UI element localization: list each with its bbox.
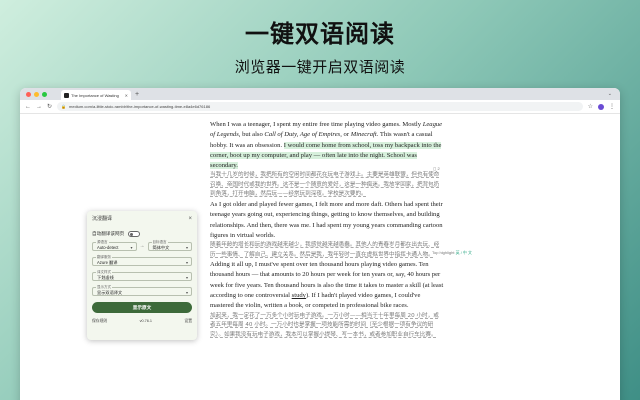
translation-style-select[interactable]: 译文样式 下划虚线 ▾: [92, 270, 192, 281]
chevron-down-icon: ▾: [185, 274, 188, 280]
study-link[interactable]: study: [292, 292, 306, 299]
chevron-down-icon: ▾: [185, 244, 188, 250]
tab-close-icon[interactable]: ✕: [125, 93, 128, 98]
tab-bar: The Importance of Wasting ✕ + ⌄: [20, 88, 620, 100]
translation-service-select[interactable]: 翻译服务 Azure 翻译 ▾: [92, 255, 192, 266]
url-text: medium.com/a-little-stoic-ramblr/the-imp…: [69, 104, 211, 109]
auto-translate-row: 自动翻译该网页: [92, 231, 192, 237]
maximize-window-button[interactable]: [42, 91, 47, 97]
save-rule-link[interactable]: 保存规则: [92, 319, 107, 324]
bookmark-star-icon[interactable]: ☆: [588, 103, 593, 110]
display-mode-value: 显示双语译文: [97, 290, 123, 295]
hero-subtitle: 浏览器一键开启双语阅读: [234, 58, 406, 76]
settings-link[interactable]: 设置: [184, 319, 192, 324]
swap-languages-icon[interactable]: →: [140, 243, 145, 249]
close-window-button[interactable]: [26, 91, 31, 97]
profile-avatar[interactable]: [598, 103, 604, 110]
tab-title: The Importance of Wasting: [71, 92, 119, 98]
auto-translate-label: 自动翻译该网页: [92, 231, 125, 236]
new-tab-button[interactable]: +: [135, 91, 139, 98]
source-language-select[interactable]: 源语言 Auto-detect ▾: [92, 240, 137, 251]
paragraph-translation: 加起来，我一定花了一万多个小时玩电子游戏。一万小时——相当于十年里每周 20 小…: [210, 312, 439, 338]
minimize-window-button[interactable]: [34, 91, 39, 97]
chevron-down-icon: ▾: [185, 259, 188, 265]
forward-icon[interactable]: →: [36, 104, 42, 110]
highlight-count[interactable]: ◻ 2: [433, 166, 440, 171]
lock-icon[interactable]: 🔒: [61, 104, 66, 109]
page-content: When I was a teenager, I spent my entire…: [20, 114, 620, 400]
translate-popup: 沉浸翻译 × 自动翻译该网页 源语言 Auto-detect ▾ → 目标语言 …: [87, 211, 197, 340]
article-paragraph: Adding it all up, I must've spent over t…: [210, 261, 444, 310]
chevron-down-icon: ▾: [185, 289, 188, 295]
popup-title: 沉浸翻译: [92, 216, 113, 222]
chevron-down-icon: ▾: [130, 244, 133, 250]
version-label: v0.76.1: [139, 319, 153, 323]
address-bar[interactable]: 🔒 medium.com/a-little-stoic-ramblr/the-i…: [57, 102, 583, 111]
back-icon[interactable]: ←: [25, 104, 31, 110]
hero-title: 一键双语阅读: [245, 20, 395, 48]
browser-menu-icon[interactable]: ⋮: [609, 103, 615, 110]
show-original-button[interactable]: 显示原文: [92, 302, 192, 313]
top-highlight-note: Top highlight 英 / 中 文: [432, 250, 473, 255]
window-controls: [26, 91, 47, 97]
paragraph-translation: 当我十几岁的时候，我把所有的空闲时间都花在玩电子游戏上。主要是英雄联盟，但也有使…: [210, 172, 440, 198]
browser-tab[interactable]: The Importance of Wasting ✕: [61, 90, 131, 100]
paragraph-translation: 随着年龄的增长和玩的游戏越来越少，我感觉越来越愚蠢。其他人的青春岁月都在出去玩、…: [210, 242, 440, 258]
article-body: When I was a teenager, I spent my entire…: [210, 120, 444, 340]
browser-window: The Importance of Wasting ✕ + ⌄ ← → ↻ 🔒 …: [20, 88, 620, 400]
browser-toolbar: ← → ↻ 🔒 medium.com/a-little-stoic-ramblr…: [20, 100, 620, 114]
popup-close-icon[interactable]: ×: [188, 216, 192, 222]
auto-translate-toggle[interactable]: [128, 231, 141, 237]
display-mode-select[interactable]: 显示方式 显示双语译文 ▾: [92, 285, 192, 296]
reload-icon[interactable]: ↻: [47, 103, 52, 110]
article-paragraph: When I was a teenager, I spent my entire…: [210, 121, 443, 170]
medium-favicon-icon: [64, 92, 69, 98]
target-language-value: 简体中文: [152, 245, 170, 250]
tab-search-icon[interactable]: ⌄: [608, 91, 612, 97]
article-paragraph: As I got older and played fewer games, I…: [210, 200, 443, 239]
translation-service-value: Azure 翻译: [97, 260, 118, 265]
source-language-value: Auto-detect: [97, 245, 119, 250]
target-language-select[interactable]: 目标语言 简体中文 ▾: [147, 240, 192, 251]
translation-style-value: 下划虚线: [97, 275, 114, 280]
